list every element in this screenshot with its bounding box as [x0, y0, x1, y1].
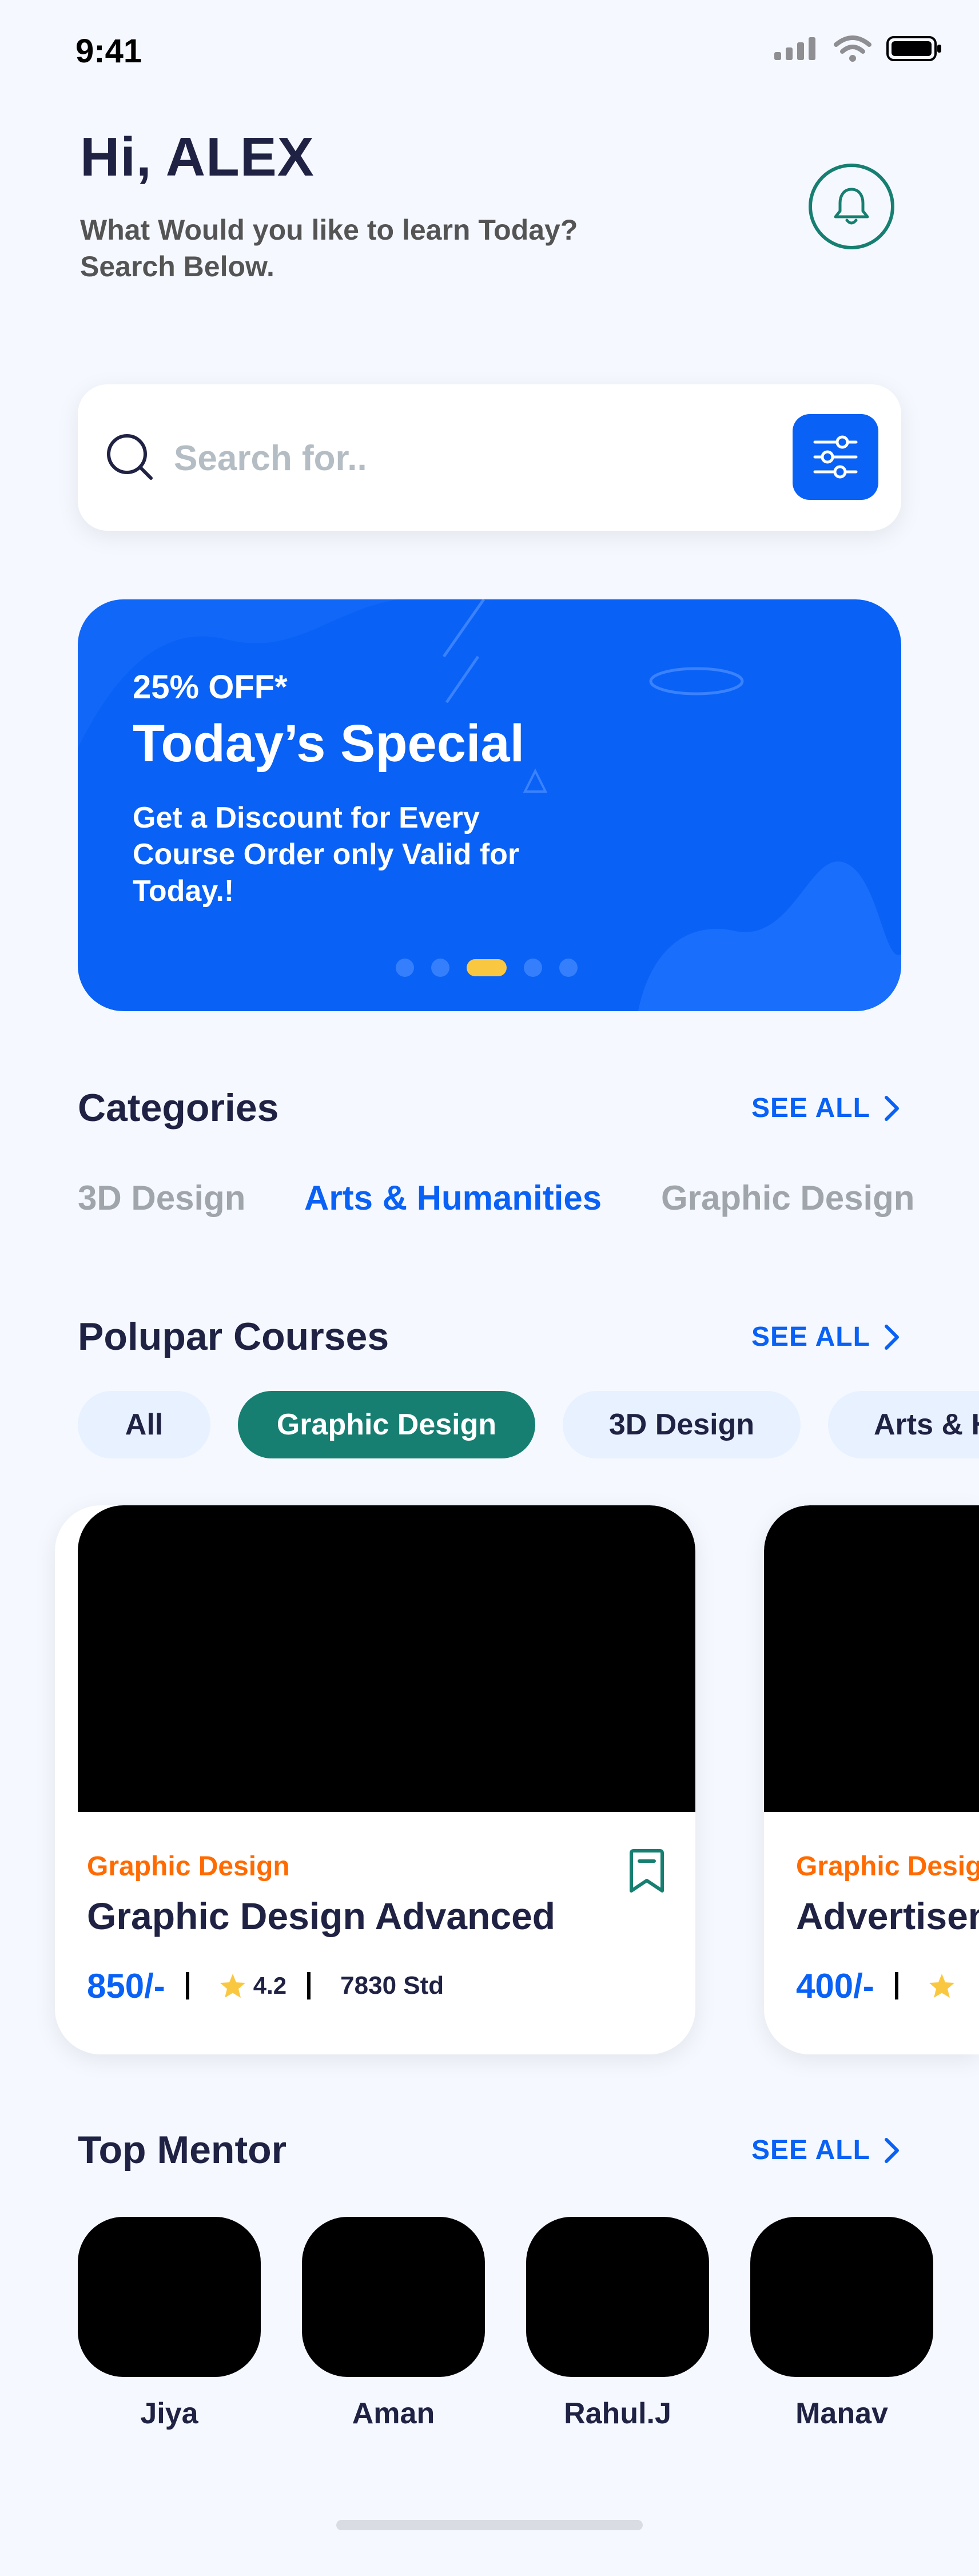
popular-courses-title: Polupar Courses [78, 1315, 389, 1358]
status-time: 9:41 [75, 33, 142, 70]
course-meta: 400/- [796, 1963, 956, 2009]
chip-3d-design[interactable]: 3D Design [563, 1391, 801, 1458]
chip-arts-humanities[interactable]: Arts & H [828, 1391, 979, 1458]
divider [185, 1972, 189, 1999]
course-price: 850/- [87, 1966, 165, 2005]
mentors-see-all[interactable]: SEE ALL [751, 2134, 900, 2166]
carousel-dot[interactable] [431, 959, 449, 977]
category-graphic-design[interactable]: Graphic Design [661, 1178, 914, 1218]
mentor-name: Jiya [140, 2397, 198, 2430]
subtitle-line-2: Search Below. [80, 251, 274, 283]
see-all-label: SEE ALL [751, 2135, 870, 2165]
promo-discount: 25% OFF* [133, 669, 288, 706]
top-mentor-title: Top Mentor [78, 2128, 287, 2172]
greeting-subtitle: What Would you like to learn Today? Sear… [80, 212, 652, 285]
star-icon [220, 1974, 245, 1998]
promo-description-line-3: Today.! [133, 874, 234, 908]
chip-graphic-design[interactable]: Graphic Design [238, 1391, 535, 1458]
categories-title: Categories [78, 1086, 279, 1130]
course-thumbnail [78, 1505, 695, 1812]
battery-icon [886, 36, 941, 61]
bookmark-icon[interactable] [627, 1848, 667, 1894]
see-all-label: SEE ALL [751, 1093, 870, 1123]
course-price: 400/- [796, 1966, 874, 2005]
carousel-dot-active[interactable] [467, 959, 507, 976]
filter-icon [813, 435, 858, 479]
promo-description-line-2: Course Order only Valid for [133, 838, 520, 871]
popular-see-all[interactable]: SEE ALL [751, 1321, 900, 1353]
promo-banner[interactable]: 25% OFF* Today’s Special Get a Discount … [78, 599, 901, 1011]
wifi-icon [834, 35, 871, 62]
mentor-name: Aman [352, 2397, 435, 2430]
course-thumbnail [764, 1505, 979, 1812]
course-title: Advertisem [796, 1895, 979, 1937]
chevron-right-icon [884, 2137, 899, 2163]
promo-title: Today’s Special [133, 714, 525, 773]
signal-icon [774, 37, 815, 60]
see-all-label: SEE ALL [751, 1322, 870, 1352]
category-3d-design[interactable]: 3D Design [78, 1178, 245, 1218]
carousel-dots [396, 959, 578, 977]
greeting-title: Hi, ALEX [80, 126, 315, 188]
category-arts-humanities[interactable]: Arts & Humanities [304, 1178, 602, 1218]
notifications-button[interactable] [809, 164, 894, 249]
home-indicator[interactable] [336, 2520, 643, 2530]
status-icons [774, 35, 942, 62]
bell-icon [834, 188, 869, 225]
mentor-name: Manav [795, 2397, 888, 2430]
divider [307, 1972, 311, 1999]
chevron-right-icon [884, 1095, 899, 1121]
promo-description: Get a Discount for Every Course Order on… [133, 800, 567, 909]
mentor-avatar[interactable] [526, 2217, 709, 2377]
divider [894, 1972, 898, 1999]
course-category: Graphic Design [87, 1851, 290, 1882]
course-card[interactable]: Graphic Design Graphic Design Advanced 8… [55, 1505, 695, 2054]
carousel-dot[interactable] [559, 959, 578, 977]
course-title: Graphic Design Advanced [87, 1895, 556, 1937]
carousel-dot[interactable] [524, 959, 542, 977]
course-card[interactable]: Graphic Desig Advertisem 400/- [764, 1505, 979, 2054]
chevron-right-icon [884, 1324, 899, 1350]
search-bar [78, 384, 901, 531]
mentor-avatar[interactable] [750, 2217, 933, 2377]
search-input[interactable] [174, 432, 746, 484]
categories-see-all[interactable]: SEE ALL [751, 1092, 900, 1124]
filter-button[interactable] [793, 414, 878, 500]
subtitle-line-1: What Would you like to learn Today? [80, 214, 578, 246]
mentor-avatar[interactable] [302, 2217, 485, 2377]
course-category: Graphic Desig [796, 1851, 979, 1882]
chip-all[interactable]: All [78, 1391, 210, 1458]
mentor-avatar[interactable] [78, 2217, 261, 2377]
rating-value: 4.2 [253, 1972, 287, 1999]
mentor-name: Rahul.J [564, 2397, 671, 2430]
course-students: 7830 Std [340, 1971, 444, 1999]
course-rating: 4.2 [219, 1972, 286, 1999]
promo-description-line-1: Get a Discount for Every [133, 801, 480, 834]
search-icon [107, 434, 153, 480]
course-meta: 850/- 4.2 7830 Std [87, 1963, 444, 2009]
star-icon [929, 1974, 954, 1998]
carousel-dot[interactable] [396, 959, 414, 977]
